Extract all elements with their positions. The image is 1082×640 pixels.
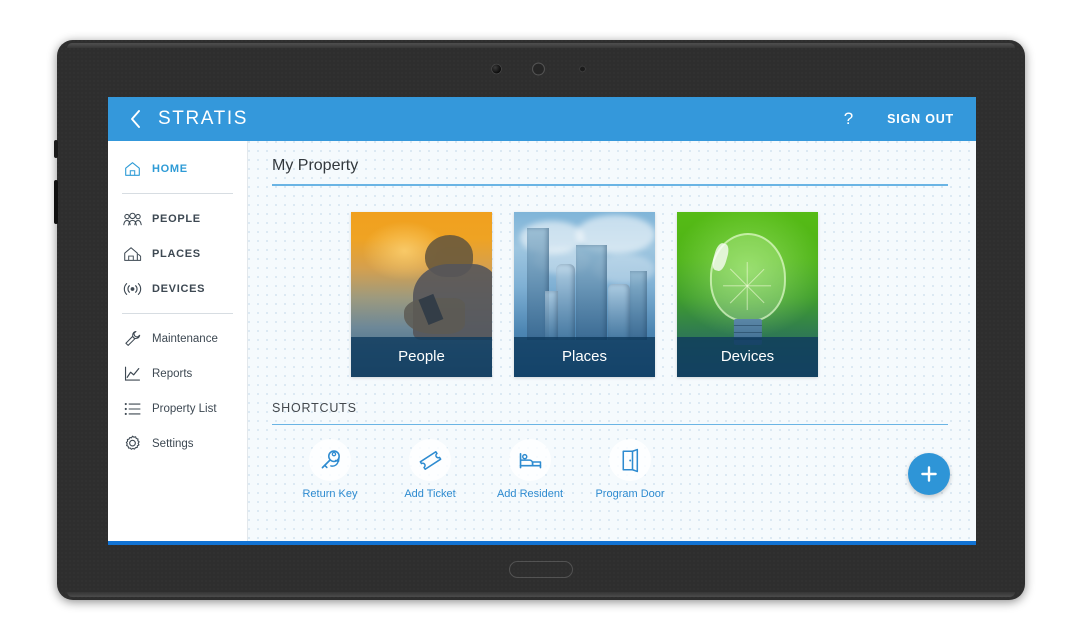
sidebar-divider-top [122,193,233,194]
app-title: STRATIS [158,108,249,129]
help-icon[interactable]: ? [844,109,853,129]
property-card-people[interactable]: People [351,211,492,377]
key-return-icon [309,439,351,482]
chevron-left-icon[interactable] [124,108,146,130]
sign-out-button[interactable]: SIGN OUT [887,112,954,126]
chart-line-icon [122,364,142,384]
sidebar-item-maintenance[interactable]: Maintenance [108,321,247,356]
sidebar-item-reports[interactable]: Reports [108,356,247,391]
sidebar-item-label: HOME [152,162,188,175]
bezel-top-edge [67,43,1015,48]
shortcut-label: Program Door [595,488,665,501]
property-card-list: People Places Devices [351,211,948,377]
person-silhouette [396,234,492,341]
main-content: My Property People Places Devices SHORTC… [248,141,976,541]
sidebar-item-devices[interactable]: DEVICES [108,271,247,306]
sidebar-item-label: Reports [152,367,193,380]
shortcut-label: Return Key [302,488,358,501]
building [608,284,630,341]
sidebar-item-home[interactable]: HOME [108,151,247,186]
shortcut-return-key[interactable]: Return Key [280,439,380,500]
house-icon [122,244,142,264]
antenna-icon [122,279,142,299]
people-icon [122,209,142,229]
plus-icon [921,466,937,482]
sidebar-item-label: PLACES [152,247,201,260]
building [545,290,558,341]
light-sensor-icon [580,66,585,72]
shortcut-list: Return Key Add Ticket Add Resident Progr… [280,439,948,500]
sidebar: HOME PEOPLE PLACES DEVICES Maintenance R… [108,141,248,541]
sidebar-item-places[interactable]: PLACES [108,236,247,271]
bezel-bottom-edge [67,592,1015,597]
building [629,271,647,341]
sidebar-item-settings[interactable]: Settings [108,426,247,461]
building [576,244,608,341]
shortcut-program-door[interactable]: Program Door [580,439,680,500]
sidebar-item-property-list[interactable]: Property List [108,391,247,426]
home-button[interactable] [509,561,573,578]
list-icon [122,399,142,419]
app-header: STRATIS ? SIGN OUT [108,97,976,141]
sidebar-item-label: Property List [152,402,217,415]
building [556,264,575,341]
property-section-rule [272,184,948,186]
app-body: HOME PEOPLE PLACES DEVICES Maintenance R… [108,141,976,541]
property-card-devices[interactable]: Devices [677,211,818,377]
gear-icon [122,434,142,454]
home-icon [122,159,142,179]
ticket-icon [409,439,451,482]
shortcut-add-ticket[interactable]: Add Ticket [380,439,480,500]
page-title: My Property [272,157,359,174]
wrench-icon [122,329,142,349]
volume-button[interactable] [54,140,58,158]
power-button[interactable] [54,180,58,224]
property-section: My Property [272,157,948,186]
add-button[interactable] [908,453,950,495]
shortcuts-section: SHORTCUTS Return Key Add Ticket Add Resi… [272,400,948,500]
front-camera-icon [492,64,501,74]
sidebar-item-label: DEVICES [152,282,206,295]
card-label: Devices [677,336,818,377]
proximity-sensor-icon [532,62,545,76]
screen-bottom-accent-bar [108,541,976,545]
sidebar-item-label: Settings [152,437,194,450]
shortcut-label: Add Ticket [404,488,456,501]
shortcuts-section-rule [272,423,948,426]
camera-cluster [481,62,601,76]
tablet-device-frame: STRATIS ? SIGN OUT HOME PEOPLE PLACES DE… [54,40,1025,600]
sidebar-item-people[interactable]: PEOPLE [108,201,247,236]
shortcut-label: Add Resident [496,488,564,501]
tablet-screen: STRATIS ? SIGN OUT HOME PEOPLE PLACES DE… [108,97,976,541]
card-label: People [351,336,492,377]
shortcut-add-resident[interactable]: Add Resident [480,439,580,500]
sidebar-item-label: Maintenance [152,332,218,345]
bed-icon [509,439,551,482]
shortcuts-title: SHORTCUTS [272,400,357,415]
card-label: Places [514,336,655,377]
open-door-icon [609,439,651,482]
sidebar-item-label: PEOPLE [152,212,201,225]
sidebar-divider-bottom [122,313,233,314]
property-card-places[interactable]: Places [514,211,655,377]
bulb-filament [723,261,772,311]
